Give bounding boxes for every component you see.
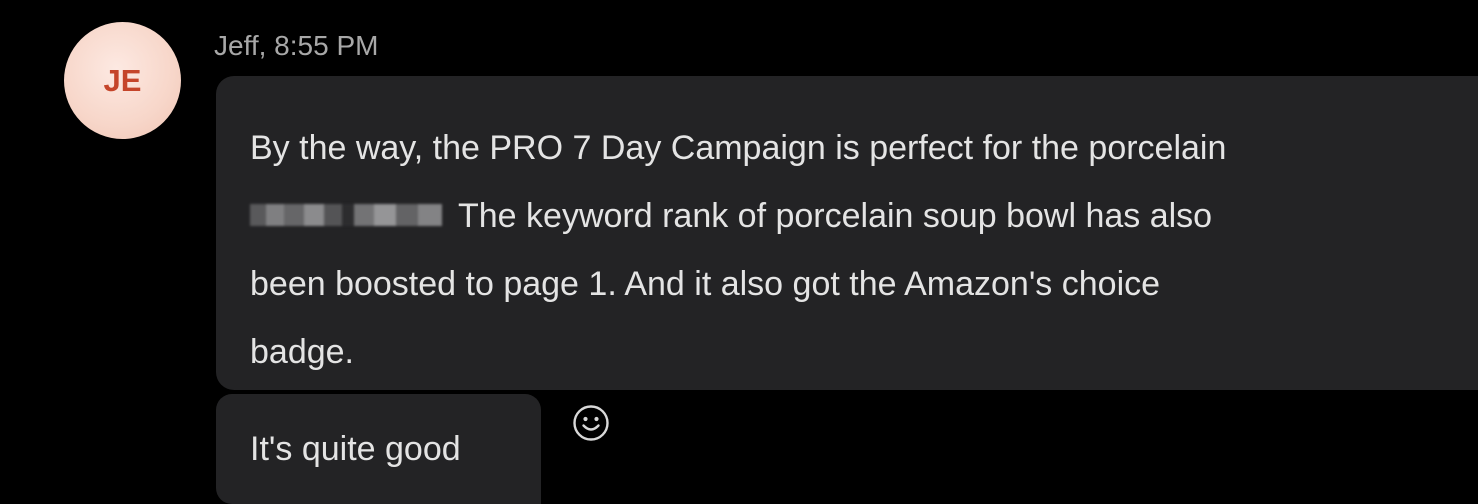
message-line-text: The keyword rank of porcelain soup bowl … (458, 197, 1213, 235)
message-line: been boosted to page 1. And it also got … (250, 265, 1161, 303)
redacted-text-block (250, 204, 442, 227)
message-sender-timestamp: Jeff, 8:55 PM (214, 30, 379, 61)
message-line-with-redaction: The keyword rank of porcelain soup bowl … (250, 182, 1444, 250)
avatar[interactable]: JE (64, 22, 181, 139)
message-bubble[interactable]: By the way, the PRO 7 Day Campaign is pe… (216, 76, 1478, 390)
smiley-face-icon[interactable] (572, 404, 610, 442)
message-text: It's quite good (250, 430, 461, 468)
message-line: badge. (250, 333, 354, 371)
message-bubble[interactable]: It's quite good (216, 394, 541, 504)
chat-thread: JE Jeff, 8:55 PM By the way, the PRO 7 D… (0, 0, 1478, 504)
avatar-initials: JE (103, 62, 142, 98)
message-line: By the way, the PRO 7 Day Campaign is pe… (250, 129, 1227, 167)
